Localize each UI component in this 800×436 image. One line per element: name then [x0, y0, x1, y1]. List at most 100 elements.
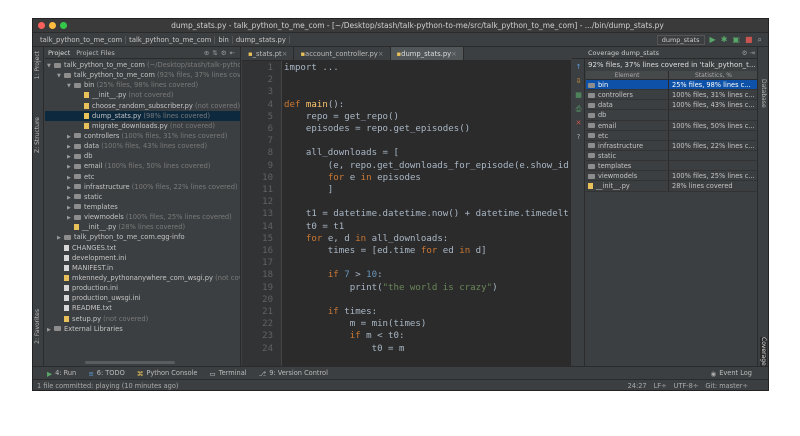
tree-row[interactable]: __init__.py (not covered): [45, 90, 240, 100]
code-line[interactable]: def main():: [284, 100, 344, 110]
tab-close-icon[interactable]: ×: [451, 50, 457, 58]
minimize-button[interactable]: [49, 22, 56, 29]
project-files-tab[interactable]: Project Files: [76, 49, 115, 57]
expand-arrow-icon[interactable]: ▶: [67, 193, 74, 202]
project-tree[interactable]: ▼ talk_python_to_me_com (~/Desktop/stash/…: [45, 59, 240, 334]
git-branch[interactable]: Git: master÷: [705, 382, 748, 390]
coverage-row[interactable]: email 100% files, 50% lines c...: [586, 120, 758, 131]
expand-arrow-icon[interactable]: ▶: [67, 162, 74, 171]
tree-row[interactable]: ▶ infrastructure (100% files, 22% lines c…: [45, 182, 240, 192]
coverage-row[interactable]: static: [586, 150, 758, 162]
tree-row[interactable]: mkennedy_pythonanywhere_com_wsgi.py (not…: [45, 273, 240, 283]
expand-arrow-icon[interactable]: ▶: [47, 325, 54, 334]
zoom-button[interactable]: [60, 22, 67, 29]
statistics-column-header[interactable]: Statistics, %: [669, 71, 758, 79]
expand-arrow-icon[interactable]: ▼: [47, 61, 54, 70]
tree-row[interactable]: setup.py (not covered): [45, 314, 240, 324]
editor-tab[interactable]: ▪ account_controller.py ×: [294, 47, 391, 60]
code-line[interactable]: for e, d in all_downloads:: [284, 234, 448, 244]
terminal-tool-tab[interactable]: ▭ Terminal: [210, 369, 247, 378]
expand-arrow-icon[interactable]: ▼: [67, 81, 74, 90]
tree-row[interactable]: dump_stats.py (98% lines covered): [45, 110, 240, 121]
code-line[interactable]: if times:: [284, 307, 377, 317]
status-message[interactable]: 1 file committed: playing (10 minutes ag…: [37, 382, 178, 390]
coverage-row[interactable]: data 100% files, 43% lines c...: [586, 100, 758, 111]
code-line[interactable]: print("the world is crazy"): [284, 283, 498, 293]
code-line[interactable]: if m < t0:: [284, 331, 405, 341]
coverage-settings-icon[interactable]: ⚙ ⇥: [742, 49, 758, 57]
favorites-tool-tab[interactable]: 2: Favorites: [34, 309, 41, 344]
import-icon[interactable]: ⇩: [574, 77, 583, 85]
tab-close-icon[interactable]: ×: [282, 50, 288, 58]
project-tool-tab[interactable]: 1: Project: [34, 51, 41, 79]
close-icon[interactable]: ✕: [574, 119, 583, 127]
breadcrumb-project[interactable]: talk_python_to_me_com: [37, 35, 127, 44]
tree-row[interactable]: ▶ controllers (100% files, 31% lines cove…: [45, 131, 240, 141]
code-line[interactable]: if 7 > 10:: [284, 270, 383, 280]
breadcrumb-file[interactable]: dump_stats.py: [233, 35, 290, 44]
editor-tab[interactable]: ▪ _stats.pt ×: [242, 47, 295, 60]
coverage-row[interactable]: __init__.py 28% lines covered: [586, 181, 758, 192]
code-line[interactable]: (e, repo.get_downloads_for_episode(e.sho…: [284, 161, 569, 171]
expand-arrow-icon[interactable]: ▶: [67, 132, 74, 141]
horizontal-scrollbar[interactable]: [85, 361, 175, 364]
coverage-row[interactable]: bin 25% files, 98% lines c...: [586, 80, 758, 91]
coverage-row[interactable]: viewmodels 100% files, 25% lines c...: [586, 171, 758, 182]
code-line[interactable]: m = min(times): [284, 319, 427, 329]
tree-row[interactable]: ▶ etc: [45, 172, 240, 182]
breadcrumb-bin[interactable]: bin: [215, 35, 233, 44]
coverage-run-icon[interactable]: ▣: [732, 35, 740, 44]
tree-row[interactable]: production_uwsgi.ini: [45, 293, 240, 303]
code-line[interactable]: import ...: [284, 63, 339, 73]
coverage-row[interactable]: infrastructure 100% files, 22% lines c...: [586, 140, 758, 151]
database-tool-tab[interactable]: Database: [760, 79, 767, 108]
code-line[interactable]: all_downloads = [: [284, 148, 399, 158]
tree-row[interactable]: ▶ templates: [45, 202, 240, 212]
todo-tool-tab[interactable]: ≡ 6: TODO: [88, 369, 125, 378]
element-column-header[interactable]: Element: [586, 71, 669, 79]
tree-row[interactable]: MANIFEST.in: [45, 263, 240, 273]
line-separator[interactable]: LF÷: [654, 382, 667, 390]
code-line[interactable]: ]: [284, 185, 333, 195]
version-control-tool-tab[interactable]: ⎇ 9: Version Control: [259, 369, 328, 378]
run-config-select[interactable]: dump_stats: [656, 34, 705, 45]
tree-row[interactable]: README.txt: [45, 303, 240, 313]
code-line[interactable]: times = [ed.time for ed in d]: [284, 246, 487, 256]
tab-close-icon[interactable]: ×: [378, 50, 384, 58]
tree-row[interactable]: ▼ bin (25% files, 98% lines covered): [45, 80, 240, 90]
tree-row[interactable]: development.ini: [45, 253, 240, 263]
panel-settings-icon[interactable]: ⊕⇅⚙⇤: [204, 49, 240, 57]
expand-arrow-icon[interactable]: ▼: [57, 71, 64, 80]
tree-row[interactable]: ▶ db: [45, 151, 240, 161]
tree-row[interactable]: ▶ static: [45, 192, 240, 202]
code-line[interactable]: repo = get_repo(): [284, 112, 399, 122]
expand-arrow-icon[interactable]: ▶: [67, 173, 74, 182]
editor-tab[interactable]: ▪ dump_stats.py ×: [390, 47, 464, 60]
code-view[interactable]: import ... def main(): repo = get_repo() …: [284, 61, 571, 366]
caret-position[interactable]: 24:27: [628, 382, 647, 390]
coverage-row[interactable]: templates: [586, 161, 758, 172]
event-log-tool-tab[interactable]: ◉ Event Log: [710, 369, 768, 378]
tree-row[interactable]: CHANGES.txt: [45, 243, 240, 253]
project-view-tab[interactable]: Project: [48, 49, 70, 57]
tree-row[interactable]: ▶ email (100% files, 50% lines covered): [45, 161, 240, 171]
expand-arrow-icon[interactable]: ▶: [67, 142, 74, 151]
go-up-icon[interactable]: ↑: [574, 63, 583, 71]
coverage-row[interactable]: db: [586, 110, 758, 121]
tree-row[interactable]: ▼ talk_python_to_me_com (~/Desktop/stash/…: [45, 60, 240, 70]
expand-arrow-icon[interactable]: ▶: [57, 233, 64, 242]
tree-row[interactable]: choose_random_subscriber.py (not covered…: [45, 101, 240, 111]
file-encoding[interactable]: UTF-8÷: [674, 382, 699, 390]
code-line[interactable]: t0 = m: [284, 344, 405, 354]
expand-arrow-icon[interactable]: ▶: [67, 183, 74, 192]
breadcrumb-package[interactable]: talk_python_to_me_com: [126, 35, 216, 44]
structure-tool-tab[interactable]: Z: Structure: [34, 117, 41, 153]
expand-arrow-icon[interactable]: ▶: [67, 152, 74, 161]
generate-report-icon[interactable]: ⎙: [574, 105, 583, 113]
debug-icon[interactable]: ✱: [721, 35, 728, 44]
code-line[interactable]: t1 = datetime.datetime.now() + datetime.…: [284, 209, 569, 219]
tree-row[interactable]: migrate_downloads.py (not covered): [45, 121, 240, 131]
coverage-tool-tab[interactable]: Coverage: [760, 337, 767, 366]
help-icon[interactable]: ?: [574, 133, 583, 141]
tree-row[interactable]: production.ini: [45, 283, 240, 293]
